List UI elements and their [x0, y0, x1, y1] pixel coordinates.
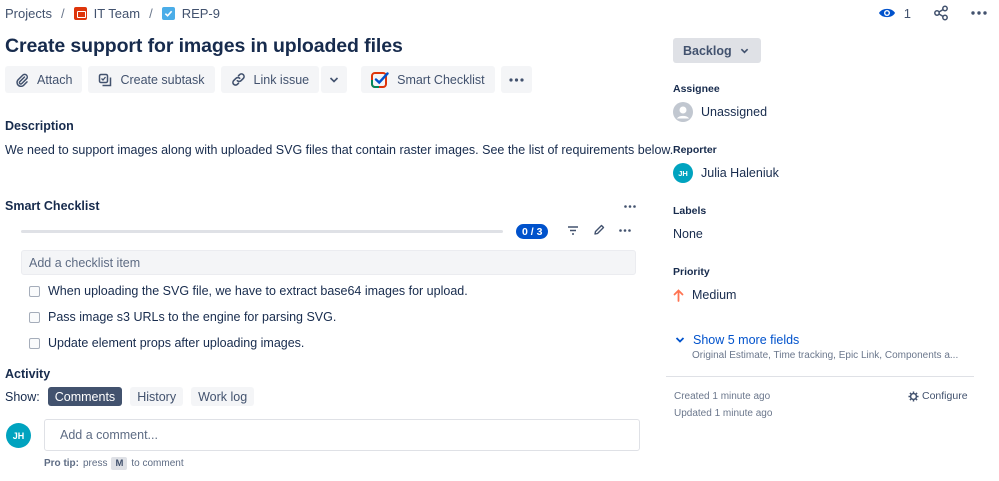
status-label: Backlog — [683, 43, 732, 58]
link-issue-dropdown[interactable] — [321, 66, 348, 93]
avatar: JH — [673, 163, 693, 183]
comment-input[interactable]: Add a comment... — [44, 419, 640, 451]
attachment-icon — [15, 73, 29, 87]
pro-tip: Pro tip: press M to comment — [44, 457, 184, 470]
checklist-more-button[interactable] — [619, 196, 641, 216]
checklist-item-text: Pass image s3 URLs to the engine for par… — [48, 310, 337, 324]
show-more-fields-label: Show 5 more fields — [693, 333, 800, 347]
checklist-item[interactable]: Pass image s3 URLs to the engine for par… — [29, 309, 336, 325]
show-more-fields-button[interactable]: Show 5 more fields — [675, 333, 799, 347]
checklist-actions-button[interactable] — [614, 220, 636, 240]
tab-work-log[interactable]: Work log — [191, 387, 255, 406]
breadcrumb: Projects / IT Team / REP-9 — [5, 4, 220, 22]
protip-suffix: to comment — [131, 458, 184, 469]
checklist-checkbox[interactable] — [29, 285, 40, 297]
priority-value: Medium — [692, 288, 737, 302]
breadcrumb-separator: / — [60, 5, 65, 21]
reporter-label: Reporter — [673, 144, 717, 156]
assignee-field[interactable]: Unassigned — [673, 102, 767, 122]
labels-label: Labels — [673, 205, 707, 217]
updated-timestamp: Updated 1 minute ago — [674, 408, 773, 419]
breadcrumb-team[interactable]: IT Team — [94, 6, 140, 21]
status-dropdown[interactable]: Backlog — [673, 38, 761, 63]
more-icon[interactable] — [971, 11, 987, 15]
link-issue-button[interactable]: Link issue — [220, 66, 320, 93]
add-checklist-item-input[interactable]: Add a checklist item — [21, 250, 636, 275]
checklist-edit-button[interactable] — [588, 220, 610, 240]
activity-heading: Activity — [5, 367, 51, 381]
configure-button[interactable]: Configure — [908, 390, 968, 402]
create-subtask-button[interactable]: Create subtask — [88, 66, 215, 93]
task-type-icon — [161, 6, 175, 20]
avatar: JH — [6, 423, 31, 448]
checklist-progress-bar — [21, 230, 503, 233]
protip-press: press — [83, 458, 108, 469]
checklist-item-text: Update element props after uploading ima… — [48, 336, 305, 350]
watch-button[interactable]: 1 — [878, 6, 911, 21]
watch-count: 1 — [903, 5, 911, 21]
checklist-checkbox[interactable] — [29, 337, 40, 349]
eye-icon — [878, 7, 896, 19]
checklist-checkbox[interactable] — [29, 311, 40, 323]
project-icon — [73, 6, 87, 20]
create-subtask-label: Create subtask — [120, 72, 205, 87]
header-actions: 1 — [878, 3, 987, 23]
smart-checklist-label: Smart Checklist — [397, 72, 485, 87]
checklist-item-text: When uploading the SVG file, we have to … — [48, 284, 468, 298]
description-heading: Description — [5, 119, 74, 133]
checklist-logo-icon — [371, 71, 389, 89]
description-text[interactable]: We need to support images along with upl… — [5, 143, 673, 157]
issue-toolbar: Attach Create subtask Link issue Smart C… — [5, 66, 532, 93]
sidebar-divider — [666, 376, 974, 377]
share-icon[interactable] — [933, 5, 949, 21]
more-icon — [619, 228, 631, 232]
link-issue-label: Link issue — [253, 72, 310, 87]
protip-prefix: Pro tip: — [44, 458, 79, 469]
breadcrumb-projects[interactable]: Projects — [5, 6, 52, 21]
attach-button[interactable]: Attach — [5, 66, 83, 93]
more-actions-button[interactable] — [500, 66, 532, 93]
checklist-item[interactable]: When uploading the SVG file, we have to … — [29, 283, 468, 299]
user-icon — [673, 102, 693, 122]
created-timestamp: Created 1 minute ago — [674, 391, 771, 402]
more-icon — [509, 77, 524, 82]
edit-icon — [593, 224, 605, 236]
reporter-field[interactable]: JH Julia Haleniuk — [673, 163, 779, 183]
configure-label: Configure — [922, 390, 968, 402]
show-label: Show: — [5, 389, 40, 404]
subtask-icon — [98, 73, 112, 87]
activity-filter: Show: Comments History Work log — [5, 387, 255, 406]
assignee-label: Assignee — [673, 83, 720, 95]
shortcut-key: M — [111, 457, 128, 470]
breadcrumb-issue-key[interactable]: REP-9 — [182, 6, 220, 21]
smart-checklist-button[interactable]: Smart Checklist — [361, 66, 495, 93]
chevron-down-icon — [329, 76, 339, 83]
more-fields-summary: Original Estimate, Time tracking, Epic L… — [692, 350, 959, 361]
arrow-up-icon — [673, 288, 684, 302]
assignee-value: Unassigned — [701, 105, 768, 119]
checklist-heading: Smart Checklist — [5, 199, 100, 213]
priority-field[interactable]: Medium — [673, 285, 736, 305]
filter-icon — [567, 225, 579, 235]
tab-comments[interactable]: Comments — [47, 387, 123, 406]
issue-title[interactable]: Create support for images in uploaded fi… — [5, 35, 403, 58]
chevron-down-icon — [740, 48, 749, 54]
labels-value: None — [673, 227, 703, 241]
tab-history[interactable]: History — [130, 387, 184, 406]
reporter-value: Julia Haleniuk — [701, 166, 779, 180]
breadcrumb-separator: / — [149, 5, 153, 21]
chevron-down-icon — [675, 337, 685, 343]
gear-icon — [908, 390, 919, 402]
priority-label: Priority — [673, 266, 710, 278]
attach-label: Attach — [37, 72, 73, 87]
checklist-progress-badge: 0 / 3 — [516, 224, 549, 239]
link-issue-group: Link issue — [220, 66, 348, 93]
link-icon — [231, 72, 246, 87]
checklist-filter-button[interactable] — [562, 220, 584, 240]
labels-field[interactable]: None — [673, 224, 703, 244]
more-icon — [624, 204, 636, 208]
checklist-item[interactable]: Update element props after uploading ima… — [29, 335, 304, 351]
